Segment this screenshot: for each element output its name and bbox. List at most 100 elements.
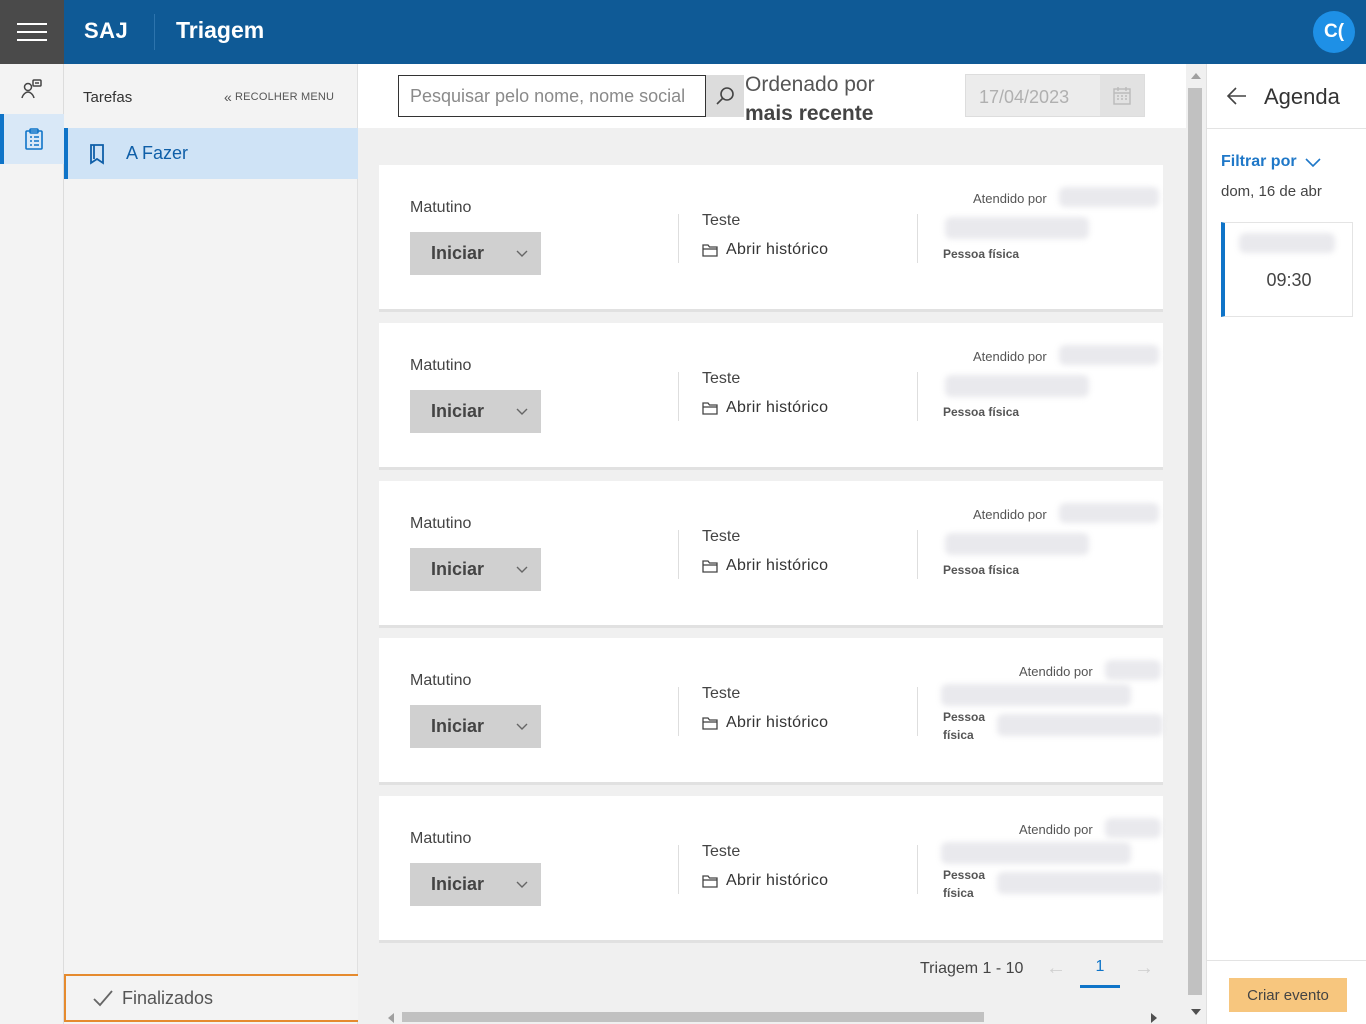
divider	[917, 687, 918, 736]
agenda-event[interactable]: 09:30	[1221, 222, 1353, 317]
brand-divider	[154, 14, 155, 50]
start-button[interactable]: Iniciar	[410, 548, 541, 591]
checkmark-icon	[93, 990, 113, 1007]
person-chat-icon	[21, 79, 42, 99]
person-type-line1: Pessoa	[943, 710, 986, 724]
start-button[interactable]: Iniciar	[410, 390, 541, 433]
redacted-name	[945, 375, 1089, 397]
open-history-label: Abrir histórico	[726, 399, 829, 416]
double-chevron-left-icon: «	[224, 89, 232, 105]
start-button[interactable]: Iniciar	[410, 705, 541, 748]
redacted-name	[945, 533, 1089, 555]
test-label: Teste	[702, 528, 741, 545]
search-input[interactable]	[399, 76, 705, 116]
redacted-name	[941, 842, 1131, 864]
calendar-button[interactable]	[1100, 75, 1144, 116]
search-field[interactable]	[398, 75, 706, 117]
page-number: 1	[1095, 957, 1105, 975]
attended-by-label: Atendido por	[973, 507, 1047, 522]
divider	[917, 845, 918, 894]
search-icon	[716, 87, 734, 105]
vertical-scrollbar[interactable]	[1186, 64, 1206, 1024]
user-avatar[interactable]: C(	[1313, 11, 1355, 53]
arrow-left-icon[interactable]	[1226, 85, 1248, 107]
start-label: Iniciar	[431, 559, 485, 579]
collapse-menu-label: RECOLHER MENU	[235, 91, 335, 103]
agenda-title: Agenda	[1264, 84, 1340, 109]
rail-item-users[interactable]	[0, 64, 64, 114]
open-history-link[interactable]: Abrir histórico	[702, 714, 828, 732]
open-history-link[interactable]: Abrir histórico	[702, 399, 828, 417]
filter-dropdown[interactable]: Filtrar por	[1221, 153, 1321, 171]
person-type-line2: física	[943, 886, 974, 900]
divider	[917, 214, 918, 263]
icon-rail	[0, 64, 64, 1024]
pager-page-button[interactable]: 1	[1080, 948, 1120, 988]
hamburger-menu-button[interactable]	[0, 0, 64, 64]
redacted-attendant	[1059, 503, 1159, 523]
divider	[678, 214, 679, 263]
triage-list: Matutino Iniciar Teste Abrir histórico A…	[358, 128, 1186, 1024]
rail-item-tasks[interactable]	[0, 114, 64, 164]
agenda-panel: Agenda Filtrar por dom, 16 de abr 09:30 …	[1206, 64, 1366, 1024]
top-bar: SAJ Triagem C(	[0, 0, 1366, 64]
scrollbar-thumb[interactable]	[402, 1012, 984, 1022]
start-label: Iniciar	[431, 401, 485, 421]
triage-card: Matutino Iniciar Teste Abrir histórico A…	[379, 796, 1163, 943]
open-history-link[interactable]: Abrir histórico	[702, 872, 828, 890]
attended-by-label: Atendido por	[973, 191, 1047, 206]
person-type: Pessoa física	[943, 866, 985, 902]
create-event-button[interactable]: Criar evento	[1229, 978, 1347, 1012]
person-type: Pessoa física	[943, 405, 1020, 419]
start-button[interactable]: Iniciar	[410, 232, 541, 275]
redacted-detail	[997, 714, 1163, 736]
triage-card: Matutino Iniciar Teste Abrir histórico A…	[379, 481, 1163, 628]
menu-item-label: A Fazer	[126, 143, 189, 163]
person-type: Pessoa física	[943, 708, 985, 744]
brand-logo[interactable]: SAJ	[84, 18, 128, 44]
redacted-event-title	[1239, 233, 1335, 253]
folder-icon	[702, 717, 718, 730]
chevron-down-icon	[516, 881, 528, 888]
shift-label: Matutino	[410, 830, 472, 847]
triage-card: Matutino Iniciar Teste Abrir histórico A…	[379, 165, 1163, 312]
chevron-down-icon	[516, 250, 528, 257]
collapse-menu-button[interactable]: « RECOLHER MENU	[224, 89, 334, 105]
person-type: Pessoa física	[943, 563, 1020, 577]
pager-next-button[interactable]: →	[1124, 948, 1164, 988]
divider	[678, 845, 679, 894]
menu-item-label: Finalizados	[122, 987, 214, 1008]
open-history-link[interactable]: Abrir histórico	[702, 241, 828, 259]
redacted-detail	[997, 872, 1163, 894]
scrollbar-thumb[interactable]	[1188, 88, 1202, 995]
side-menu: Tarefas « RECOLHER MENU A Fazer Finaliza…	[64, 64, 360, 1024]
horizontal-scrollbar[interactable]	[384, 1010, 1164, 1024]
search-button[interactable]	[706, 75, 744, 117]
redacted-attendant	[1059, 187, 1159, 207]
sort-selector[interactable]: Ordenado por mais recente	[745, 70, 875, 128]
triage-card: Matutino Iniciar Teste Abrir histórico A…	[379, 638, 1163, 785]
open-history-link[interactable]: Abrir histórico	[702, 557, 828, 575]
folder-icon	[702, 875, 718, 888]
date-picker[interactable]: 17/04/2023	[965, 74, 1145, 117]
folder-icon	[702, 244, 718, 257]
pager-summary: Triagem 1 - 10	[920, 960, 1024, 977]
divider	[678, 372, 679, 421]
scroll-down-icon	[1191, 1009, 1201, 1015]
start-label: Iniciar	[431, 874, 485, 894]
filter-label: Filtrar por	[1221, 153, 1297, 170]
sort-value: mais recente	[745, 102, 874, 125]
test-label: Teste	[702, 685, 741, 702]
scroll-up-icon	[1191, 73, 1201, 79]
menu-title: Tarefas	[83, 89, 133, 106]
pager-prev-button[interactable]: ←	[1036, 948, 1076, 988]
attended-by-label: Atendido por	[1019, 664, 1093, 679]
event-time: 09:30	[1266, 270, 1312, 290]
start-button[interactable]: Iniciar	[410, 863, 541, 906]
test-label: Teste	[702, 843, 741, 860]
redacted-name	[945, 217, 1089, 239]
menu-item-finalizados[interactable]: Finalizados	[64, 974, 360, 1022]
folder-icon	[702, 402, 718, 415]
open-history-label: Abrir histórico	[726, 872, 829, 889]
menu-item-a-fazer[interactable]: A Fazer	[64, 128, 358, 179]
